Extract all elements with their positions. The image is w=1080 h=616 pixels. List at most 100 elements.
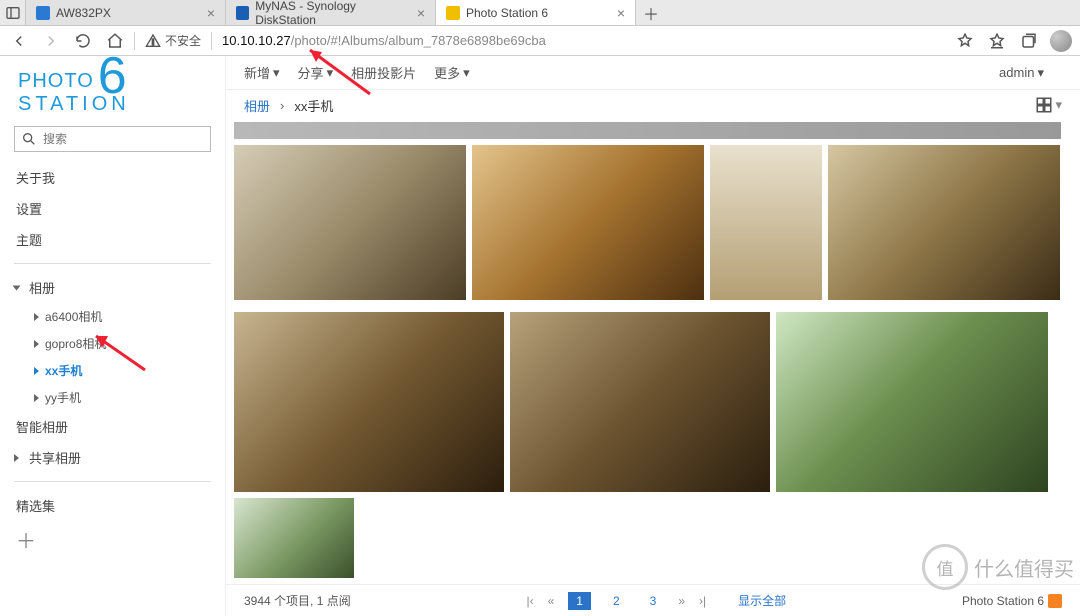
breadcrumb-root[interactable]: 相册: [244, 96, 270, 115]
chevron-down-icon: ▾: [273, 65, 280, 81]
toolbar-more[interactable]: 更多 ▾: [434, 63, 470, 82]
divider: [211, 32, 212, 50]
close-icon[interactable]: ×: [207, 5, 215, 21]
album-item-a6400[interactable]: a6400相机: [32, 303, 211, 330]
watermark-badge: 值: [922, 544, 968, 590]
album-item-gopro8[interactable]: gopro8相机: [32, 330, 211, 357]
photo-grid: [226, 120, 1080, 584]
app-logo: PHOTO6 STATION: [18, 70, 211, 116]
forward-button[interactable]: [38, 28, 64, 54]
toolbar-share[interactable]: 分享 ▾: [298, 63, 334, 82]
nav-smart-albums[interactable]: 智能相册: [14, 411, 211, 442]
refresh-button[interactable]: [70, 28, 96, 54]
nav-shared-header[interactable]: 共享相册: [14, 442, 211, 473]
item-count: 3944 个项目, 1 点阅: [244, 592, 351, 609]
photo-thumb[interactable]: [776, 312, 1048, 492]
chevron-right-icon: [34, 340, 39, 348]
browser-tab-1[interactable]: MyNAS - Synology DiskStation ×: [226, 0, 436, 25]
sidebar-nav: 关于我 设置 主题 相册 a6400相机 gopro8相机 xx手机 yy手机 …: [14, 162, 211, 558]
back-button[interactable]: [6, 28, 32, 54]
page-first-button[interactable]: |‹: [526, 594, 533, 608]
profile-avatar[interactable]: [1048, 28, 1074, 54]
photo-thumb[interactable]: [710, 145, 822, 300]
browser-tab-2[interactable]: Photo Station 6 ×: [436, 0, 636, 25]
close-icon[interactable]: ×: [417, 5, 425, 21]
view-mode-toggle[interactable]: ▾: [1035, 96, 1062, 114]
address-bar: 不安全 10.10.10.27/photo/#!Albums/album_787…: [0, 26, 1080, 56]
watermark: 值 什么值得买: [922, 544, 1074, 590]
chevron-down-icon: [13, 285, 21, 290]
divider: [14, 481, 211, 482]
nav-featured[interactable]: 精选集: [14, 490, 211, 521]
nav-settings[interactable]: 设置: [14, 193, 211, 224]
page-next-button[interactable]: »: [678, 594, 685, 608]
search-input[interactable]: [43, 132, 204, 146]
page-number[interactable]: 1: [568, 592, 591, 610]
nav-theme[interactable]: 主题: [14, 224, 211, 255]
close-icon[interactable]: ×: [617, 5, 625, 21]
chevron-right-icon: [34, 313, 39, 321]
photo-thumb[interactable]: [234, 498, 354, 578]
rss-icon[interactable]: [1048, 594, 1062, 608]
photo-thumb[interactable]: [234, 312, 504, 492]
page-number[interactable]: 3: [642, 592, 665, 610]
page-last-button[interactable]: ›|: [699, 594, 706, 608]
security-label: 不安全: [165, 32, 201, 49]
security-indicator[interactable]: 不安全: [141, 32, 205, 49]
watermark-text: 什么值得买: [974, 553, 1074, 582]
favorite-button[interactable]: [952, 28, 978, 54]
window-panel-icon[interactable]: [0, 0, 26, 25]
photo-thumb[interactable]: [472, 145, 704, 300]
browser-tab-strip: AW832PX × MyNAS - Synology DiskStation ×…: [0, 0, 1080, 26]
url-path: /photo/#!Albums/album_7878e6898be69cba: [291, 33, 546, 48]
show-all-link[interactable]: 显示全部: [738, 592, 786, 609]
pager: |‹ « 1 2 3 » ›| 显示全部: [351, 592, 962, 610]
toolbar-add[interactable]: 新增 ▾: [244, 63, 280, 82]
user-menu[interactable]: admin ▾: [999, 65, 1044, 81]
add-collection-button[interactable]: ＋: [14, 521, 211, 558]
app-body: PHOTO6 STATION 关于我 设置 主题 相册 a6400相机 gopr…: [0, 56, 1080, 616]
grid-view-icon: [1035, 96, 1053, 114]
collections-button[interactable]: [1016, 28, 1042, 54]
toolbar-slideshow[interactable]: 相册投影片: [351, 63, 416, 82]
favorites-bar-button[interactable]: [984, 28, 1010, 54]
photo-thumb[interactable]: [234, 122, 1061, 139]
chevron-down-icon: ▾: [327, 65, 334, 81]
page-prev-button[interactable]: «: [548, 594, 555, 608]
chevron-right-icon: [34, 367, 39, 375]
new-tab-button[interactable]: ＋: [636, 0, 666, 25]
tab-title: MyNAS - Synology DiskStation: [255, 0, 411, 27]
footer-brand: Photo Station 6: [962, 594, 1044, 608]
tab-title: AW832PX: [56, 6, 111, 20]
browser-tab-0[interactable]: AW832PX ×: [26, 0, 226, 25]
chevron-down-icon: ▾: [463, 65, 470, 81]
chevron-down-icon: ▾: [1055, 97, 1062, 113]
photo-thumb[interactable]: [828, 145, 1060, 300]
url-host: 10.10.10.27: [222, 33, 291, 48]
divider: [14, 263, 211, 264]
divider: [134, 32, 135, 50]
home-button[interactable]: [102, 28, 128, 54]
sidebar-search[interactable]: [14, 126, 211, 152]
breadcrumb-sep: ›: [280, 98, 284, 113]
chevron-right-icon: [14, 454, 19, 462]
favicon-icon: [446, 6, 460, 20]
search-icon: [21, 131, 37, 147]
photo-thumb[interactable]: [510, 312, 770, 492]
album-item-xx[interactable]: xx手机: [32, 357, 211, 384]
tab-title: Photo Station 6: [466, 6, 548, 20]
url-input[interactable]: 10.10.10.27/photo/#!Albums/album_7878e68…: [218, 33, 946, 48]
page-number[interactable]: 2: [605, 592, 628, 610]
chevron-right-icon: [34, 394, 39, 402]
photo-thumb[interactable]: [234, 145, 466, 300]
favicon-icon: [236, 6, 249, 20]
nav-about[interactable]: 关于我: [14, 162, 211, 193]
album-item-yy[interactable]: yy手机: [32, 384, 211, 411]
breadcrumb-current: xx手机: [294, 96, 333, 115]
main-panel: 新增 ▾ 分享 ▾ 相册投影片 更多 ▾ admin ▾ 相册 › xx手机 ▾: [225, 56, 1080, 616]
nav-albums-header[interactable]: 相册: [14, 272, 211, 303]
sidebar: PHOTO6 STATION 关于我 设置 主题 相册 a6400相机 gopr…: [0, 56, 225, 616]
favicon-icon: [36, 6, 50, 20]
toolbar: 新增 ▾ 分享 ▾ 相册投影片 更多 ▾ admin ▾: [226, 56, 1080, 90]
breadcrumb: 相册 › xx手机 ▾: [226, 90, 1080, 120]
